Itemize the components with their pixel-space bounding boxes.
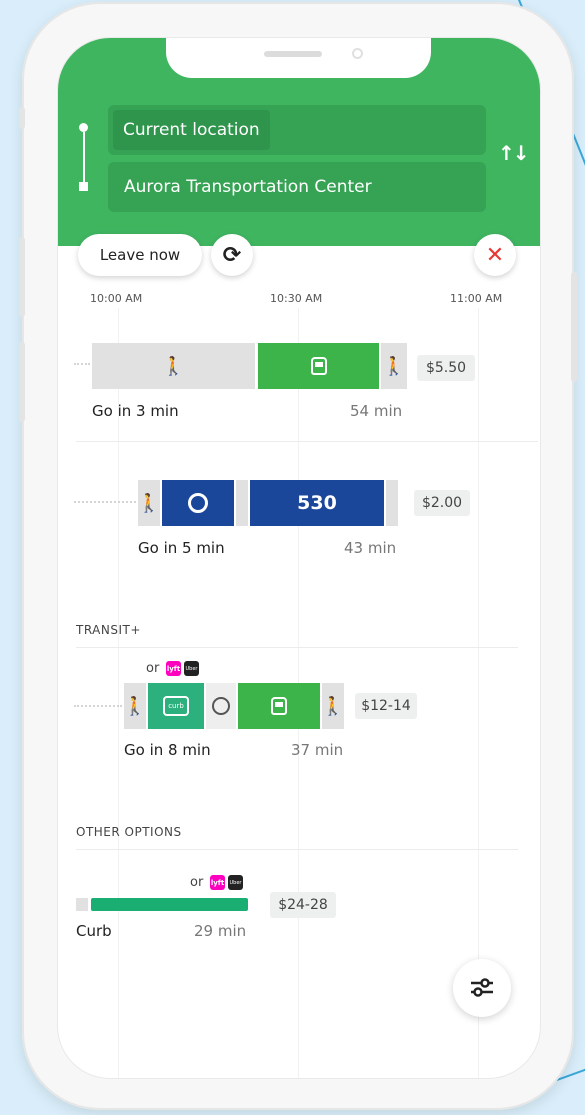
phone-volume-down [19,342,25,422]
time-tick-1030: 10:30 AM [270,292,323,305]
phone-power-button [571,272,577,382]
phone-volume-up [19,237,25,317]
lyft-logo: lyft [166,661,181,676]
bus-route-number: 530 [297,492,337,514]
leave-now-button[interactable]: Leave now [78,234,202,276]
gridline [118,308,119,1078]
origin-input[interactable]: Current location [108,105,486,155]
app-screen: Current location Aurora Transportation C… [58,38,540,1078]
option-name: Curb [76,922,112,940]
walk-icon: 🚶 [381,343,407,389]
destination-text: Aurora Transportation Center [124,177,372,197]
phone-notch [166,38,431,78]
walk-segment [386,480,398,526]
trip-fare: $2.00 [414,490,470,516]
close-icon[interactable]: ✕ [474,234,516,276]
wait-indicator [74,363,90,365]
refresh-icon[interactable]: ⟳ [211,234,253,276]
wait-indicator [74,501,136,503]
divider [76,647,518,648]
train-icon [258,343,379,389]
walk-icon: 🚶 [138,480,160,526]
trip-duration: 54 min [350,402,403,420]
divider [76,441,538,442]
time-tick-1100: 11:00 AM [450,292,503,305]
curb-ride-bar [91,898,248,911]
uber-logo: Uber [228,875,243,890]
origin-text: Current location [113,110,270,150]
clock-icon [206,683,236,729]
route-indicator-icon [78,123,88,191]
curb-badge: curb [163,696,189,716]
trip-duration: 43 min [344,539,397,557]
transfer-gap [236,480,248,526]
or-label: or [190,875,204,890]
section-title-transit-plus: TRANSIT+ [76,623,141,637]
wait-segment [76,898,88,911]
divider [76,849,518,850]
trip-fare: $24-28 [270,892,336,918]
walk-icon: 🚶 [322,683,344,729]
train-icon [238,683,320,729]
swap-icon[interactable]: ↑↓ [498,141,529,165]
speaker-grille [264,51,322,57]
phone-side-button [19,107,25,129]
walk-icon: 🚶 [124,683,146,729]
wait-indicator [74,705,122,707]
front-camera [352,48,363,59]
trip-departure: Go in 5 min [138,539,225,557]
or-label: or [146,661,160,676]
flex-ride-icon [162,480,234,526]
trip-fare: $12-14 [355,693,417,719]
filter-button[interactable] [453,959,511,1017]
section-title-other-options: OTHER OPTIONS [76,825,182,839]
trip-duration: 37 min [291,741,344,759]
lyft-logo: lyft [210,875,225,890]
trip-departure: Go in 8 min [124,741,211,759]
uber-logo: Uber [184,661,199,676]
bus-route: 530 [250,480,384,526]
time-tick-1000: 10:00 AM [90,292,143,305]
curb-taxi-icon: curb [148,683,204,729]
destination-input[interactable]: Aurora Transportation Center [108,162,486,212]
sliders-icon [471,978,493,997]
walk-icon: 🚶 [92,343,255,389]
trip-departure: Go in 3 min [92,402,179,420]
trip-duration: 29 min [194,922,247,940]
trip-fare: $5.50 [417,355,475,381]
